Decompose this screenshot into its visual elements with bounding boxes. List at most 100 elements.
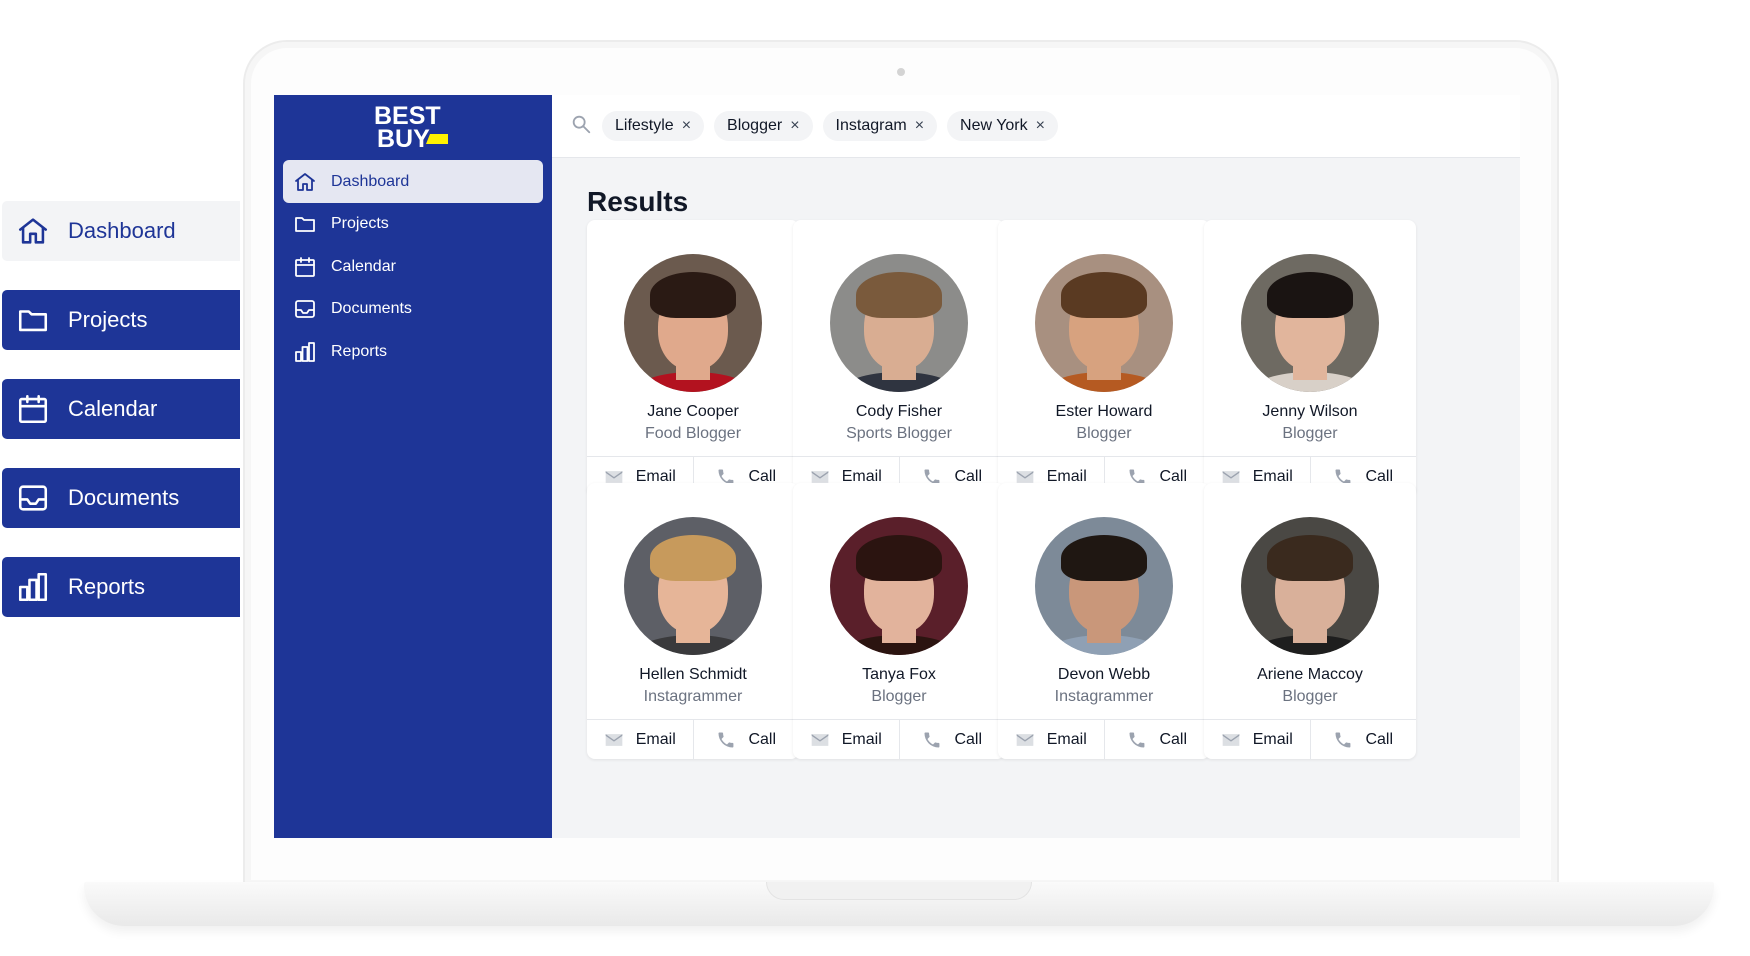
sidebar-item-label: Dashboard xyxy=(331,172,410,190)
float-nav-dashboard[interactable]: Dashboard xyxy=(2,201,240,261)
profile-card[interactable]: Ariene Maccoy Blogger Email Call xyxy=(1204,483,1416,759)
float-nav-label: Documents xyxy=(68,485,180,510)
call-button[interactable]: Call xyxy=(1103,720,1211,759)
profile-card[interactable]: Cody Fisher Sports Blogger Email Call xyxy=(793,220,1005,496)
sidebar-item-label: Reports xyxy=(331,342,388,360)
mail-icon xyxy=(1015,730,1035,750)
float-nav-label: Projects xyxy=(68,307,148,332)
call-label: Call xyxy=(748,730,777,748)
sidebar-item-label: Calendar xyxy=(331,257,396,275)
sidebar-item-calendar[interactable]: Calendar xyxy=(283,245,543,288)
avatar xyxy=(1241,517,1379,655)
float-nav-label: Reports xyxy=(68,574,146,599)
chip-remove-icon[interactable]: × xyxy=(790,117,799,135)
person-name: Devon Webb xyxy=(1057,666,1151,683)
filter-chip-lifestyle[interactable]: Lifestyle × xyxy=(602,111,705,141)
calendar-icon xyxy=(18,394,48,424)
float-nav-label: Calendar xyxy=(68,396,158,421)
person-role: Blogger xyxy=(871,688,927,705)
page-title: Results xyxy=(587,186,689,217)
email-button[interactable]: Email xyxy=(1204,720,1310,759)
person-role: Sports Blogger xyxy=(846,425,952,442)
avatar xyxy=(830,254,968,392)
search-icon[interactable] xyxy=(570,113,592,140)
chart-bar-icon xyxy=(18,572,48,602)
profile-card[interactable]: Hellen Schmidt Instagrammer Email Call xyxy=(587,483,799,759)
email-label: Email xyxy=(635,730,676,748)
call-button[interactable]: Call xyxy=(1309,720,1417,759)
inbox-icon xyxy=(295,299,315,318)
avatar xyxy=(1241,254,1379,392)
email-label: Email xyxy=(841,730,882,748)
chip-label: Blogger xyxy=(727,117,783,134)
float-nav-calendar[interactable]: Calendar xyxy=(2,379,240,439)
filter-chip-instagram[interactable]: Instagram × xyxy=(822,111,938,141)
chip-label: Lifestyle xyxy=(615,117,674,134)
person-name: Ester Howard xyxy=(1055,403,1153,420)
laptop-camera xyxy=(897,68,905,76)
folder-icon xyxy=(295,216,315,232)
chip-remove-icon[interactable]: × xyxy=(1036,117,1045,135)
laptop-notch xyxy=(766,882,1032,900)
chart-bar-icon xyxy=(295,341,315,362)
email-button[interactable]: Email xyxy=(998,720,1104,759)
profile-card[interactable]: Ester Howard Blogger Email Call xyxy=(998,220,1210,496)
avatar xyxy=(1035,517,1173,655)
person-role: Instagrammer xyxy=(643,688,743,705)
card-actions: Email Call xyxy=(998,719,1210,759)
sidebar-item-label: Documents xyxy=(331,299,412,317)
profile-card[interactable]: Jenny Wilson Blogger Email Call xyxy=(1204,220,1416,496)
profile-card[interactable]: Devon Webb Instagrammer Email Call xyxy=(998,483,1210,759)
person-name: Jane Cooper xyxy=(647,403,739,420)
call-label: Call xyxy=(954,730,983,748)
sidebar-item-reports[interactable]: Reports xyxy=(283,330,543,373)
profile-card[interactable]: Tanya Fox Blogger Email Call xyxy=(793,483,1005,759)
mail-icon xyxy=(810,730,830,750)
profile-card[interactable]: Jane Cooper Food Blogger Email Call xyxy=(587,220,799,496)
sidebar-item-documents[interactable]: Documents xyxy=(283,287,543,330)
folder-icon xyxy=(18,310,48,332)
card-actions: Email Call xyxy=(1204,719,1416,759)
person-name: Tanya Fox xyxy=(862,666,936,683)
avatar xyxy=(624,254,762,392)
svg-text:BUY: BUY xyxy=(377,125,430,153)
sidebar-item-projects[interactable]: Projects xyxy=(283,202,543,245)
chip-label: New York xyxy=(960,117,1028,134)
person-name: Ariene Maccoy xyxy=(1257,666,1363,683)
phone-icon xyxy=(922,730,942,750)
float-nav-documents[interactable]: Documents xyxy=(2,468,240,528)
sidebar: BEST BUY Dashboard Projects Calendar Doc… xyxy=(274,95,552,838)
filter-chip-blogger[interactable]: Blogger × xyxy=(714,111,813,141)
phone-icon xyxy=(1333,730,1353,750)
float-nav-reports[interactable]: Reports xyxy=(2,557,240,617)
person-role: Food Blogger xyxy=(644,425,742,442)
email-button[interactable]: Email xyxy=(587,720,693,759)
chip-remove-icon[interactable]: × xyxy=(682,117,691,135)
mail-icon xyxy=(604,730,624,750)
filter-chip-new-york[interactable]: New York × xyxy=(947,111,1058,141)
call-button[interactable]: Call xyxy=(898,720,1006,759)
email-label: Email xyxy=(1252,730,1293,748)
chip-label: Instagram xyxy=(835,117,907,134)
mail-icon xyxy=(1221,730,1241,750)
email-label: Email xyxy=(1046,730,1087,748)
call-label: Call xyxy=(1159,730,1188,748)
person-role: Blogger xyxy=(1282,425,1338,442)
float-nav-projects[interactable]: Projects xyxy=(2,290,240,350)
best-buy-logo: BEST BUY xyxy=(374,102,448,153)
person-role: Instagrammer xyxy=(1054,688,1154,705)
app-screen: BEST BUY Dashboard Projects Calendar Doc… xyxy=(274,95,1520,838)
phone-icon xyxy=(716,730,736,750)
card-actions: Email Call xyxy=(587,719,799,759)
inbox-icon xyxy=(18,485,48,511)
email-button[interactable]: Email xyxy=(793,720,899,759)
search-bar[interactable]: Lifestyle × Blogger × Instagram × New Yo… xyxy=(552,95,1520,158)
call-button[interactable]: Call xyxy=(692,720,800,759)
sidebar-item-dashboard[interactable]: Dashboard xyxy=(283,160,543,203)
person-name: Jenny Wilson xyxy=(1262,403,1358,420)
calendar-icon xyxy=(295,256,315,277)
float-nav-label: Dashboard xyxy=(68,218,176,243)
chip-remove-icon[interactable]: × xyxy=(915,117,924,135)
phone-icon xyxy=(1127,730,1147,750)
avatar xyxy=(830,517,968,655)
